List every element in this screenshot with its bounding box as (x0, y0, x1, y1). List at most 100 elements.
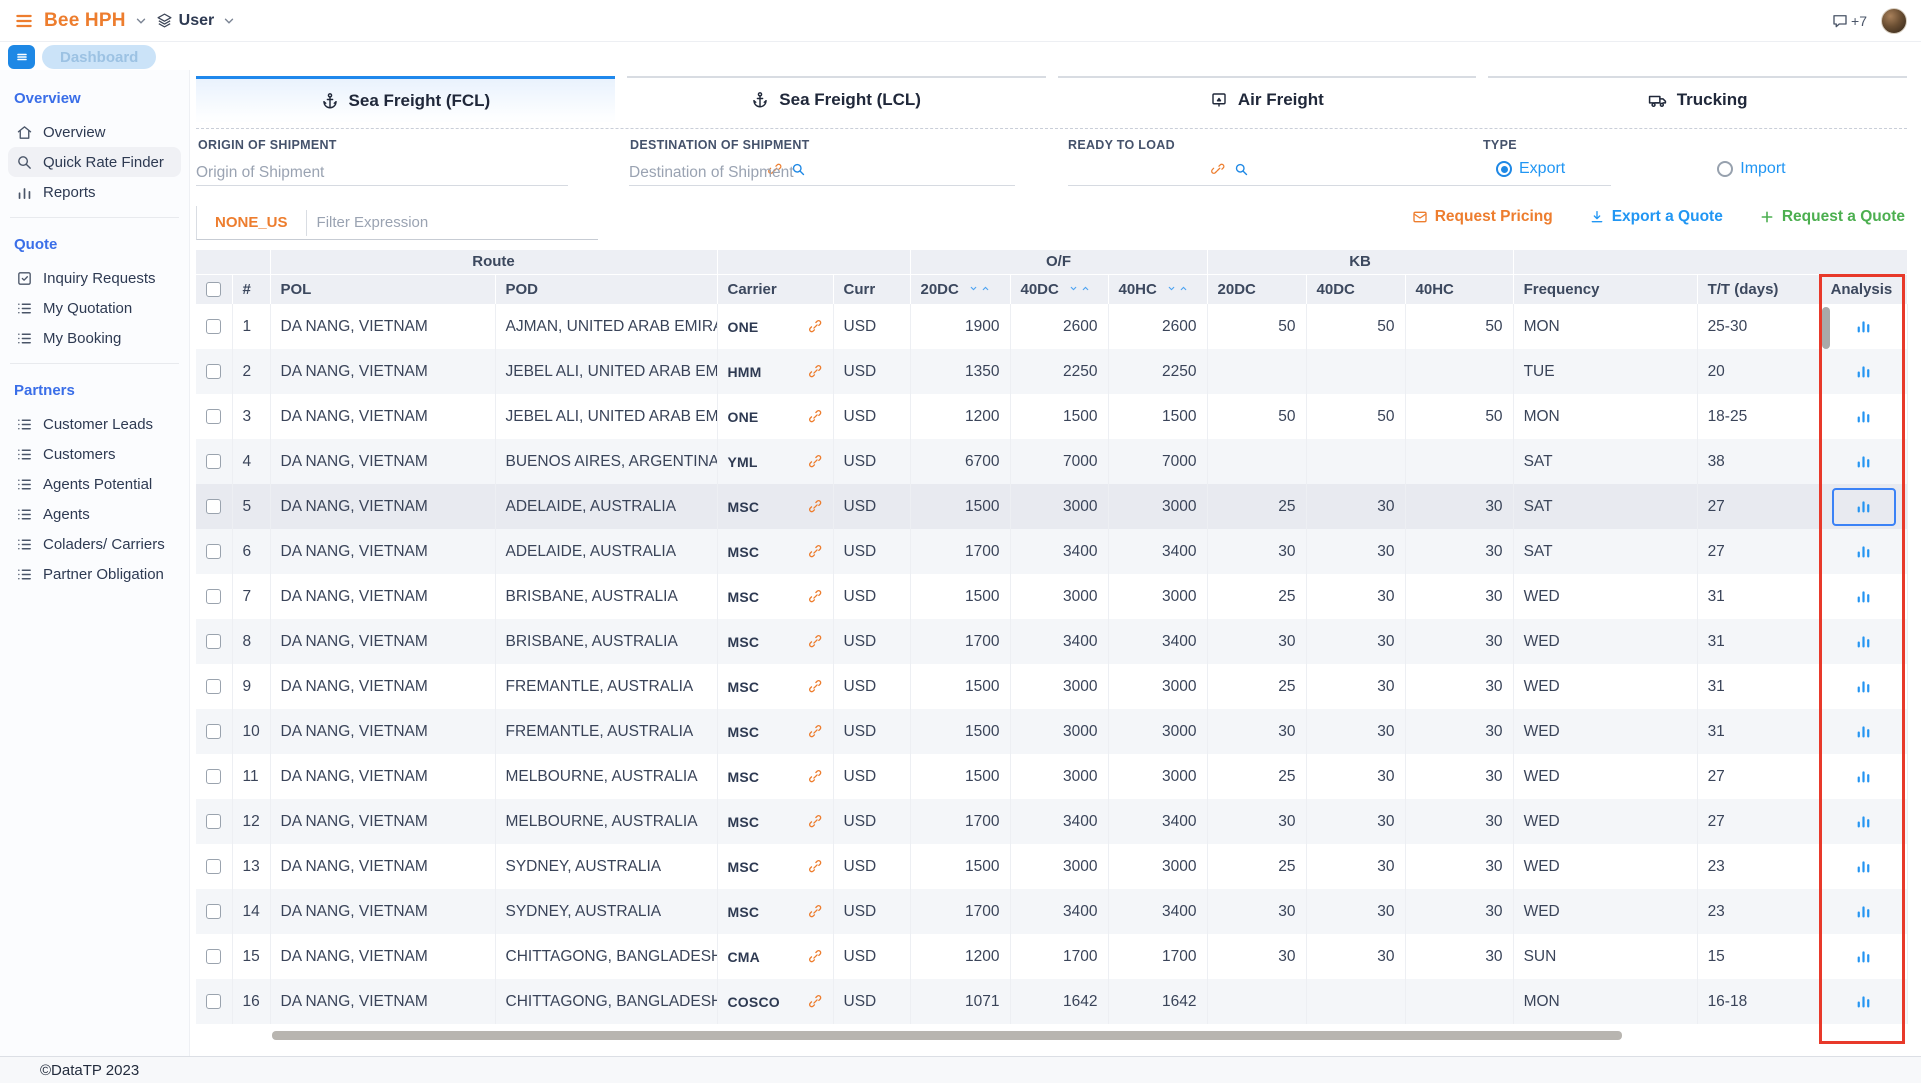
carrier-link-icon[interactable] (808, 814, 823, 829)
tab-sea-freight-lcl[interactable]: Sea Freight (LCL) (627, 76, 1046, 122)
row-checkbox[interactable] (206, 319, 221, 334)
analysis-button[interactable] (1832, 488, 1896, 526)
sort-40dc-icons[interactable] (1069, 284, 1090, 293)
sidebar-item-overview[interactable]: Overview (8, 117, 181, 147)
carrier-link-icon[interactable] (808, 769, 823, 784)
tab-trucking[interactable]: Trucking (1488, 76, 1907, 122)
row-checkbox[interactable] (206, 679, 221, 694)
analysis-button[interactable] (1832, 758, 1896, 796)
analysis-button[interactable] (1832, 623, 1896, 661)
analysis-button[interactable] (1832, 578, 1896, 616)
destination-input[interactable] (629, 160, 1015, 186)
table-row[interactable]: 14DA NANG, VIETNAMSYDNEY, AUSTRALIAMSCUS… (196, 889, 1907, 934)
table-row[interactable]: 10DA NANG, VIETNAMFREMANTLE, AUSTRALIAMS… (196, 709, 1907, 754)
row-checkbox[interactable] (206, 409, 221, 424)
analysis-button[interactable] (1832, 398, 1896, 436)
table-row[interactable]: 6DA NANG, VIETNAMADELAIDE, AUSTRALIAMSCU… (196, 529, 1907, 574)
row-checkbox[interactable] (206, 949, 221, 964)
row-checkbox[interactable] (206, 769, 221, 784)
carrier-link-icon[interactable] (808, 679, 823, 694)
carrier-link-icon[interactable] (808, 499, 823, 514)
type-radio-export[interactable]: Export (1496, 160, 1565, 178)
carrier-link-icon[interactable] (808, 634, 823, 649)
avatar[interactable] (1881, 8, 1907, 34)
carrier-link-icon[interactable] (808, 724, 823, 739)
tab-sea-freight-fcl[interactable]: Sea Freight (FCL) (196, 76, 615, 122)
analysis-button[interactable] (1832, 443, 1896, 481)
row-checkbox[interactable] (206, 724, 221, 739)
analysis-button[interactable] (1832, 803, 1896, 841)
row-checkbox[interactable] (206, 499, 221, 514)
row-checkbox[interactable] (206, 364, 221, 379)
export-quote-button[interactable]: Export a Quote (1589, 208, 1723, 226)
carrier-link-icon[interactable] (808, 454, 823, 469)
filter-expression-input[interactable] (307, 214, 598, 231)
sidebar-item-inquiry-requests[interactable]: Inquiry Requests (8, 263, 181, 293)
row-checkbox[interactable] (206, 544, 221, 559)
sidebar-item-customers[interactable]: Customers (8, 439, 181, 469)
sort-20dc-icons[interactable] (969, 284, 990, 293)
carrier-link-icon[interactable] (808, 544, 823, 559)
row-checkbox[interactable] (206, 859, 221, 874)
origin-input[interactable] (196, 160, 568, 186)
table-row[interactable]: 9DA NANG, VIETNAMFREMANTLE, AUSTRALIAMSC… (196, 664, 1907, 709)
scope-badge[interactable]: NONE_US (197, 214, 306, 231)
carrier-link-icon[interactable] (808, 994, 823, 1009)
sidebar-toggle-button[interactable] (8, 45, 35, 69)
sidebar-item-coladers-carriers[interactable]: Coladers/ Carriers (8, 529, 181, 559)
table-row[interactable]: 2DA NANG, VIETNAMJEBEL ALI, UNITED ARAB … (196, 349, 1907, 394)
carrier-link-icon[interactable] (808, 904, 823, 919)
table-row[interactable]: 15DA NANG, VIETNAMCHITTAGONG, BANGLADESH… (196, 934, 1907, 979)
request-pricing-button[interactable]: Request Pricing (1412, 208, 1553, 226)
analysis-button[interactable] (1832, 308, 1896, 346)
chat-button[interactable]: +7 (1831, 12, 1867, 30)
row-checkbox[interactable] (206, 634, 221, 649)
sidebar-item-agents-potential[interactable]: Agents Potential (8, 469, 181, 499)
carrier-link-icon[interactable] (808, 319, 823, 334)
table-row[interactable]: 16DA NANG, VIETNAMCHITTAGONG, BANGLADESH… (196, 979, 1907, 1024)
analysis-button[interactable] (1832, 668, 1896, 706)
table-row[interactable]: 3DA NANG, VIETNAMJEBEL ALI, UNITED ARAB … (196, 394, 1907, 439)
table-row[interactable]: 7DA NANG, VIETNAMBRISBANE, AUSTRALIAMSCU… (196, 574, 1907, 619)
table-row[interactable]: 8DA NANG, VIETNAMBRISBANE, AUSTRALIAMSCU… (196, 619, 1907, 664)
table-row[interactable]: 11DA NANG, VIETNAMMELBOURNE, AUSTRALIAMS… (196, 754, 1907, 799)
row-checkbox[interactable] (206, 814, 221, 829)
row-checkbox[interactable] (206, 589, 221, 604)
analysis-button[interactable] (1832, 938, 1896, 976)
vertical-scrollbar[interactable] (1822, 307, 1830, 349)
carrier-link-icon[interactable] (808, 859, 823, 874)
carrier-link-icon[interactable] (808, 949, 823, 964)
analysis-button[interactable] (1832, 848, 1896, 886)
sidebar-item-my-quotation[interactable]: My Quotation (8, 293, 181, 323)
row-checkbox[interactable] (206, 994, 221, 1009)
carrier-link-icon[interactable] (808, 589, 823, 604)
sort-40hc-icons[interactable] (1167, 284, 1188, 293)
sidebar-item-customer-leads[interactable]: Customer Leads (8, 409, 181, 439)
analysis-button[interactable] (1832, 533, 1896, 571)
sidebar-item-quick-rate-finder[interactable]: Quick Rate Finder (8, 147, 181, 177)
analysis-button[interactable] (1832, 983, 1896, 1021)
table-row[interactable]: 1DA NANG, VIETNAMAJMAN, UNITED ARAB EMIR… (196, 304, 1907, 349)
analysis-button[interactable] (1832, 713, 1896, 751)
tab-air-freight[interactable]: Air Freight (1058, 76, 1477, 122)
type-radio-import[interactable]: Import (1717, 160, 1785, 178)
row-checkbox[interactable] (206, 904, 221, 919)
user-menu-label[interactable]: User (179, 12, 215, 30)
horizontal-scrollbar[interactable] (272, 1031, 1622, 1040)
sidebar-item-reports[interactable]: Reports (8, 177, 181, 207)
carrier-link-icon[interactable] (808, 364, 823, 379)
brand-chevron-down-icon[interactable] (134, 14, 148, 28)
row-checkbox[interactable] (206, 454, 221, 469)
table-row[interactable]: 5DA NANG, VIETNAMADELAIDE, AUSTRALIAMSCU… (196, 484, 1907, 529)
breadcrumb[interactable]: Dashboard (42, 45, 156, 69)
table-row[interactable]: 12DA NANG, VIETNAMMELBOURNE, AUSTRALIAMS… (196, 799, 1907, 844)
analysis-button[interactable] (1832, 893, 1896, 931)
select-all-checkbox[interactable] (206, 282, 221, 297)
analysis-button[interactable] (1832, 353, 1896, 391)
request-quote-button[interactable]: Request a Quote (1759, 208, 1905, 226)
table-row[interactable]: 13DA NANG, VIETNAMSYDNEY, AUSTRALIAMSCUS… (196, 844, 1907, 889)
carrier-link-icon[interactable] (808, 409, 823, 424)
hamburger-menu-icon[interactable] (14, 11, 34, 31)
table-row[interactable]: 4DA NANG, VIETNAMBUENOS AIRES, ARGENTINA… (196, 439, 1907, 484)
user-chevron-down-icon[interactable] (222, 14, 236, 28)
